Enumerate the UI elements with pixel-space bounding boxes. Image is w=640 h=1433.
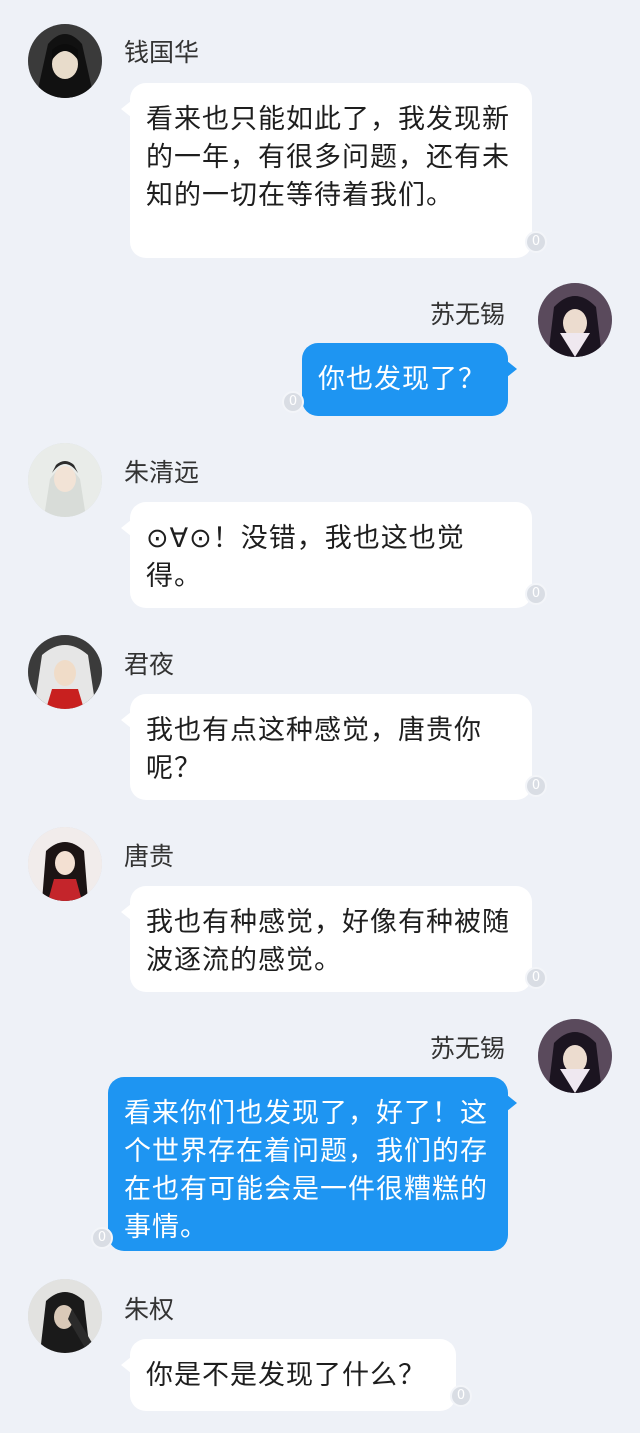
avatar-icon[interactable] [28,24,102,98]
avatar-icon[interactable] [28,827,102,901]
avatar-icon[interactable] [28,443,102,517]
avatar-icon[interactable] [28,1279,102,1353]
avatar-icon[interactable] [28,635,102,709]
message-bubble[interactable]: 我也有点这种感觉，唐贵你呢？ [121,694,532,800]
read-receipt-icon: 0 [525,231,547,253]
sender-name: 唐贵 [124,842,175,871]
read-receipt-icon: 0 [525,583,547,605]
sender-name: 苏无锡 [430,300,506,329]
sender-name: 钱国华 [124,38,200,67]
sender-name: 朱清远 [124,458,200,487]
message-bubble[interactable]: 看来你们也发现了，好了！这个世界存在着问题，我们的存在也有可能会是一件很糟糕的事… [108,1077,517,1251]
read-receipt-icon: 0 [525,775,547,797]
message-bubble[interactable]: 你是不是发现了什么？ [121,1339,456,1411]
read-receipt-icon: 0 [91,1227,113,1249]
avatar-icon[interactable] [538,283,612,357]
sender-name: 苏无锡 [430,1034,506,1063]
sender-name: 君夜 [124,650,175,679]
message-bubble[interactable]: 看来也只能如此了，我发现新的一年，有很多问题，还有未知的一切在等待着我们。 [121,83,532,258]
sender-name: 朱权 [124,1295,175,1324]
avatar-icon[interactable] [538,1019,612,1093]
message-bubble[interactable]: 你也发现了？ [302,343,517,416]
read-receipt-icon: 0 [525,967,547,989]
message-bubble[interactable]: ⊙∀⊙！没错，我也这也觉得。 [121,502,532,608]
message-bubble[interactable]: 我也有种感觉，好像有种被随波逐流的感觉。 [121,886,532,992]
read-receipt-icon: 0 [282,391,304,413]
read-receipt-icon: 0 [450,1385,472,1407]
